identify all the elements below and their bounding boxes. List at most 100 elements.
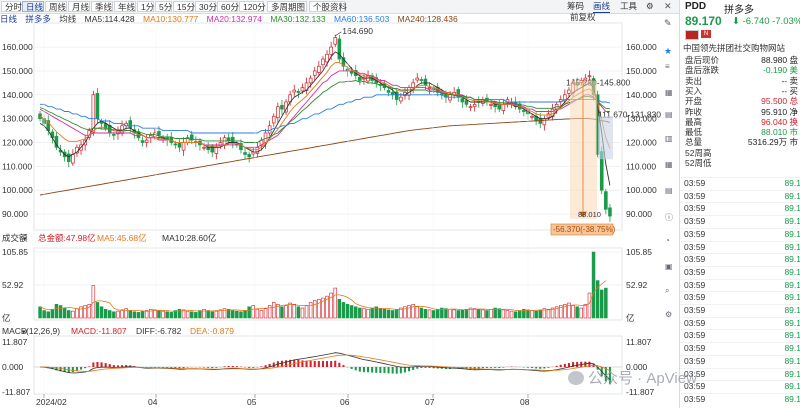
candle-body bbox=[292, 89, 297, 93]
projection-box bbox=[598, 116, 613, 160]
volume-bar bbox=[583, 303, 588, 319]
candle-body bbox=[472, 103, 477, 108]
candle-body bbox=[460, 98, 465, 103]
down-arrow-icon: ⬇ bbox=[732, 16, 740, 27]
tick-price: 89.1 bbox=[784, 393, 800, 404]
volume-bar bbox=[292, 303, 296, 319]
volume-bar bbox=[538, 309, 542, 319]
tick-row: 03:59 89.1 bbox=[680, 215, 800, 227]
volume-bar bbox=[604, 287, 608, 319]
candle-body bbox=[148, 134, 153, 138]
volume-ma5: MA5:45.68亿 bbox=[97, 233, 147, 243]
price-change: ⬇ -6.740 -7.03% bbox=[732, 16, 800, 27]
tick-time: 03:59 bbox=[684, 190, 706, 201]
candle-body bbox=[214, 146, 219, 154]
candle-body bbox=[608, 207, 612, 217]
candle-body bbox=[542, 118, 547, 126]
volume-bar bbox=[46, 311, 50, 319]
candle-body bbox=[267, 125, 272, 134]
news-icon[interactable]: ▤ bbox=[665, 186, 673, 195]
volume-bar bbox=[157, 310, 161, 319]
volume-bar bbox=[62, 307, 67, 319]
star-icon[interactable]: ★ bbox=[664, 46, 672, 57]
macd-params: (12,26,9) bbox=[26, 326, 60, 336]
volume-bar bbox=[526, 309, 530, 319]
stock-name: 拼多多 bbox=[724, 5, 754, 16]
close-icon[interactable]: ✕ bbox=[664, 1, 672, 12]
tick-row: 03:59 89.1 bbox=[680, 177, 800, 189]
quote-row-label: 总量 bbox=[685, 137, 703, 148]
tick-time: 03:59 bbox=[684, 330, 706, 341]
volume-bar bbox=[366, 308, 370, 319]
volume-bar bbox=[128, 310, 132, 319]
volume-bar bbox=[190, 311, 194, 319]
volume-bar bbox=[239, 311, 243, 319]
volume-bar bbox=[481, 309, 485, 319]
list-icon[interactable]: ≡ bbox=[665, 62, 670, 71]
search-icon[interactable]: ⌕ bbox=[665, 286, 669, 296]
candle-body bbox=[157, 131, 161, 136]
volume-bar bbox=[247, 306, 251, 319]
price-axis-label-right: 140.000 bbox=[626, 90, 657, 100]
price-axis-label-right: 160.000 bbox=[626, 42, 657, 52]
volume-axis-label: 52.92 bbox=[2, 280, 24, 290]
bell-icon[interactable]: ◔ bbox=[665, 236, 670, 245]
volume-bar bbox=[263, 308, 268, 319]
volume-bar bbox=[513, 311, 518, 319]
quote-row-label: 52周低 bbox=[685, 158, 712, 168]
volume-bar bbox=[296, 306, 301, 319]
pin-icon[interactable]: ✎ bbox=[664, 18, 672, 29]
candle-body bbox=[427, 87, 432, 89]
volume-bar bbox=[390, 310, 395, 319]
quote-row: 盘后现价 88.980 盘 bbox=[680, 55, 800, 65]
candle-body bbox=[181, 142, 186, 151]
stock-chart[interactable]: 160.000 160.000 150.000 150.000 140.000 140.0… bbox=[0, 0, 679, 408]
quote-row: 卖出 -- 卖 bbox=[680, 76, 800, 86]
side-toolstrip: ✕ ✎ ★ ≡ ▦ ▤ ▥ ▦ ▤ ⓘ ◔ ▣ ⌕ ⚙ bbox=[664, 0, 678, 408]
volume-bar bbox=[345, 303, 350, 319]
volume-bar bbox=[280, 306, 284, 319]
info-icon[interactable]: ⓘ bbox=[665, 212, 673, 223]
volume-unit-label-right: 亿 bbox=[626, 313, 635, 323]
quote-row: 最低 88.010 市 bbox=[680, 127, 800, 137]
volume-bar bbox=[452, 309, 456, 319]
candle-body bbox=[358, 76, 362, 81]
dea-value: DEA:-0.879 bbox=[190, 326, 234, 336]
quote-row-value: 88.010 市 bbox=[761, 127, 798, 138]
tick-row: 03:59 89.1 bbox=[680, 278, 800, 291]
doc-icon[interactable]: ▤ bbox=[665, 110, 673, 119]
chart-icon[interactable]: ▥ bbox=[665, 134, 673, 143]
price-axis-label-right: 120.000 bbox=[626, 138, 657, 148]
tick-price: 89.1 bbox=[784, 305, 800, 315]
volume-bar bbox=[415, 306, 419, 319]
volume-bar bbox=[153, 309, 157, 319]
volume-bar bbox=[571, 305, 575, 319]
volume-bar bbox=[419, 307, 424, 319]
change-percent: -7.03% bbox=[772, 16, 800, 27]
candle-body bbox=[501, 103, 506, 111]
volume-bar bbox=[185, 310, 190, 319]
volume-bar bbox=[337, 298, 342, 319]
volume-bar bbox=[210, 311, 214, 319]
volume-axis-label-right: 52.92 bbox=[626, 280, 648, 290]
tick-row: 03:59 89.1 bbox=[680, 354, 800, 367]
volume-bar bbox=[169, 312, 173, 319]
volume-bar bbox=[272, 302, 276, 319]
candle-body bbox=[522, 110, 526, 112]
diff-value: DIFF:-6.782 bbox=[136, 326, 182, 336]
settings-icon[interactable]: ⚙ bbox=[665, 310, 672, 319]
volume-ma10: MA10:28.60亿 bbox=[162, 233, 216, 243]
volume-bar bbox=[341, 302, 346, 319]
candle-body bbox=[66, 153, 71, 162]
volume-bar bbox=[575, 306, 579, 319]
macd-axis-label-right: -11.807 bbox=[626, 387, 654, 397]
tick-time: 03:59 bbox=[684, 254, 706, 265]
candle-body bbox=[411, 82, 415, 88]
table-icon[interactable]: ▦ bbox=[665, 160, 673, 169]
tick-row: 03:59 89.1 bbox=[680, 189, 800, 202]
grid-icon[interactable]: ▦ bbox=[665, 88, 673, 97]
volume-bar bbox=[354, 306, 358, 319]
calc-icon[interactable]: ▣ bbox=[665, 262, 673, 271]
candle-body bbox=[419, 79, 424, 81]
volume-bar bbox=[132, 311, 137, 319]
